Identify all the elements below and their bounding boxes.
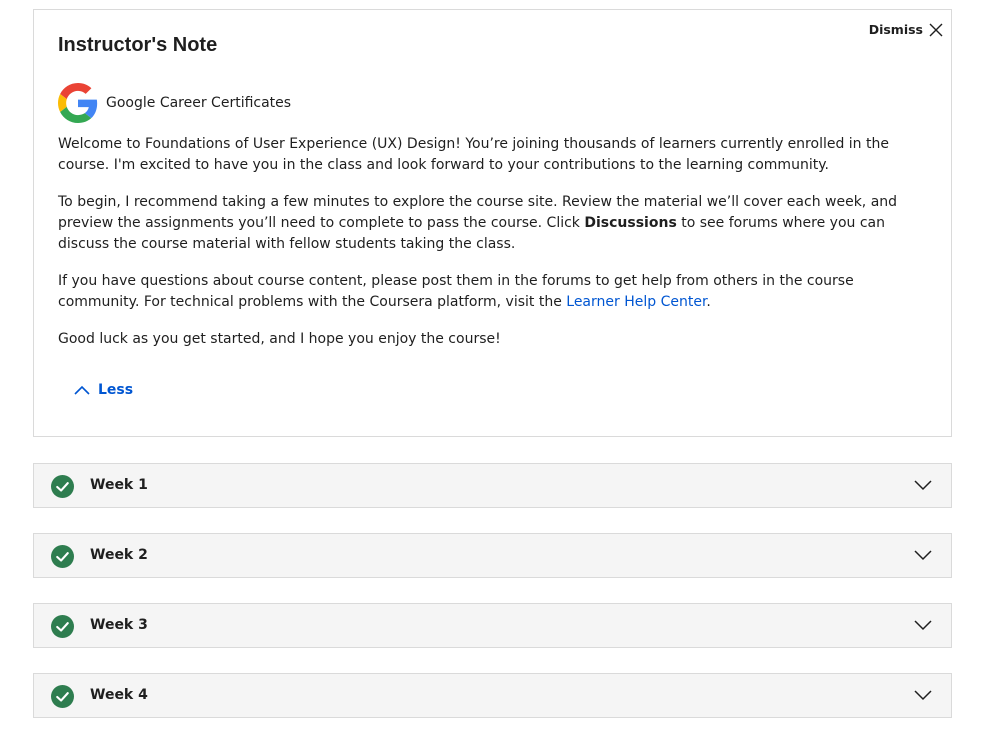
week-1-accordion[interactable]: Week 1 <box>33 463 952 508</box>
discussions-emphasis: Discussions <box>584 215 677 231</box>
show-less-label: Less <box>98 382 134 398</box>
learner-help-center-link[interactable]: Learner Help Center <box>566 294 706 310</box>
dismiss-button[interactable]: Dismiss <box>869 22 943 37</box>
week-label: Week 2 <box>90 547 148 563</box>
week-label: Week 4 <box>90 687 148 703</box>
note-paragraph-questions: If you have questions about course conte… <box>58 271 928 313</box>
note-text: If you have questions about course conte… <box>58 273 854 310</box>
chevron-down-icon <box>914 690 932 701</box>
note-paragraph-welcome: Welcome to Foundations of User Experienc… <box>58 136 889 173</box>
partner-row: Google Career Certificates <box>58 83 291 123</box>
note-paragraph-begin: To begin, I recommend taking a few minut… <box>58 192 928 255</box>
note-title: Instructor's Note <box>58 34 218 56</box>
check-circle-icon <box>51 545 74 568</box>
close-icon <box>929 23 943 36</box>
week-label: Week 3 <box>90 617 148 633</box>
check-circle-icon <box>51 615 74 638</box>
week-2-accordion[interactable]: Week 2 <box>33 533 952 578</box>
google-logo-icon <box>58 83 98 123</box>
chevron-down-icon <box>914 550 932 561</box>
note-text: . <box>706 294 711 310</box>
week-4-accordion[interactable]: Week 4 <box>33 673 952 718</box>
show-less-button[interactable]: Less <box>74 382 133 398</box>
note-paragraph-goodluck: Good luck as you get started, and I hope… <box>58 331 501 347</box>
dismiss-label: Dismiss <box>868 22 923 37</box>
chevron-up-icon <box>74 385 90 395</box>
week-label: Week 1 <box>90 477 148 493</box>
instructor-note-card: Instructor's Note Dismiss Google Career … <box>33 9 952 437</box>
chevron-down-icon <box>914 480 932 491</box>
check-circle-icon <box>51 685 74 708</box>
check-circle-icon <box>51 475 74 498</box>
note-body: Welcome to Foundations of User Experienc… <box>58 134 928 366</box>
chevron-down-icon <box>914 620 932 631</box>
week-3-accordion[interactable]: Week 3 <box>33 603 952 648</box>
partner-name: Google Career Certificates <box>106 95 292 111</box>
